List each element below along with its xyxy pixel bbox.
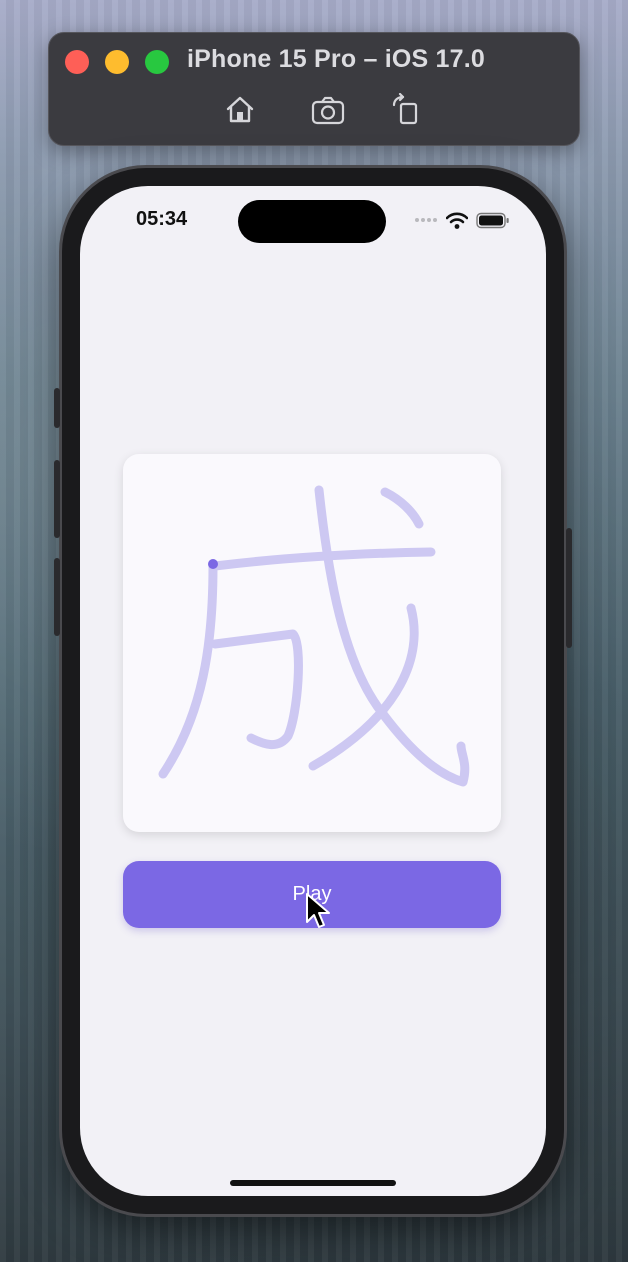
stroke-dot [380,487,424,529]
volume-up-button [54,460,60,538]
simulator-title: iPhone 15 Pro – iOS 17.0 [187,45,485,73]
minimize-window-button[interactable] [105,50,129,74]
home-icon [226,96,254,123]
device-screen: 05:34 成 [80,186,546,1196]
cellular-dots-icon [415,218,437,222]
camera-icon [311,96,345,125]
wifi-icon [446,212,468,229]
rotate-icon [392,92,418,125]
stroke-left-sweep [158,561,218,779]
character-card[interactable]: 成 [123,454,501,832]
mouse-cursor-icon [306,893,330,928]
screenshot-button[interactable] [311,93,345,127]
rotate-button[interactable] [389,92,423,127]
stroke-long-slant [314,485,470,787]
dynamic-island [238,200,386,243]
stroke-start-dot [208,559,218,569]
home-button[interactable] [223,93,257,127]
simulator-title-bar: iPhone 15 Pro – iOS 17.0 [48,32,580,146]
home-indicator [230,1180,396,1186]
zoom-window-button[interactable] [145,50,169,74]
power-button [566,528,572,648]
close-window-button[interactable] [65,50,89,74]
volume-down-button [54,558,60,636]
status-indicators [414,210,510,230]
action-button [54,388,60,428]
battery-icon [476,212,509,228]
stroke-inner-box [210,629,303,749]
status-time: 05:34 [136,208,188,230]
character-strokes: 成 [158,485,470,787]
iphone-frame: 05:34 成 [54,168,572,1214]
